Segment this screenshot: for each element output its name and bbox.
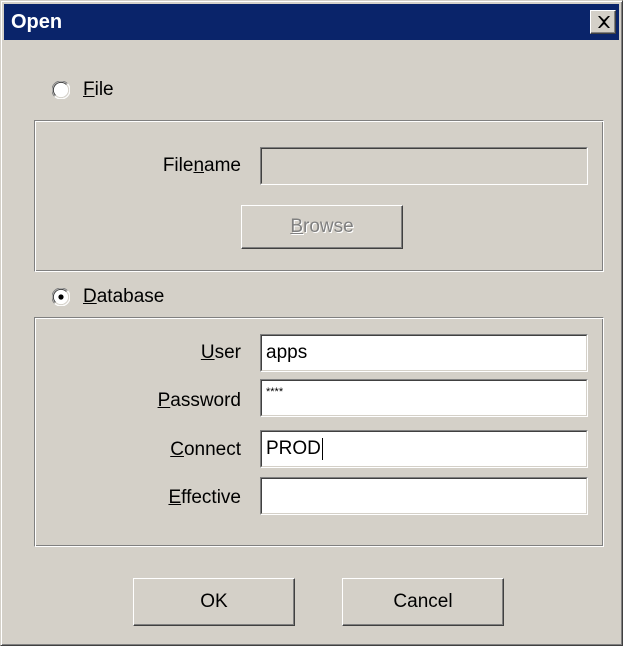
password-field[interactable]: **** <box>260 379 588 417</box>
close-icon <box>598 16 610 28</box>
connect-label-accel: C <box>170 439 184 460</box>
database-radio-label-accel: D <box>83 286 97 307</box>
file-radio-label: File <box>83 79 114 101</box>
cancel-button[interactable]: Cancel <box>342 578 504 626</box>
database-radio-label-rest: atabase <box>96 286 165 307</box>
filename-label-rest: ame <box>204 155 241 176</box>
effective-field[interactable] <box>260 477 588 515</box>
effective-label-rest: ffective <box>181 487 241 508</box>
text-caret <box>321 437 323 460</box>
user-label: User <box>41 341 241 365</box>
database-radio[interactable]: Database <box>52 285 232 311</box>
file-radio[interactable]: File <box>52 78 172 104</box>
database-radio-icon <box>52 288 70 306</box>
open-dialog: Open File Filename Browse Database User … <box>0 0 623 646</box>
browse-button[interactable]: Browse <box>241 205 403 249</box>
user-label-rest: ser <box>214 342 241 363</box>
file-radio-label-accel: F <box>83 79 95 100</box>
filename-label: Filename <box>41 154 241 178</box>
database-radio-label: Database <box>83 286 164 308</box>
file-radio-icon <box>52 81 70 99</box>
ok-button-label: OK <box>200 591 228 612</box>
effective-field-value <box>261 478 587 514</box>
user-label-accel: U <box>200 342 215 363</box>
browse-label-accel: B <box>290 216 303 237</box>
file-group <box>34 120 604 272</box>
file-radio-label-rest: ile <box>94 79 114 100</box>
title-bar[interactable]: Open <box>4 4 619 40</box>
password-field-inner: **** <box>261 380 587 416</box>
connect-field-inner: PROD <box>261 431 587 467</box>
connect-label: Connect <box>41 438 241 462</box>
cancel-button-label: Cancel <box>393 591 453 612</box>
filename-field[interactable] <box>260 147 588 185</box>
connect-field[interactable]: PROD <box>260 430 588 468</box>
password-label: Password <box>41 389 241 413</box>
effective-label: Effective <box>41 486 241 510</box>
ok-button[interactable]: OK <box>133 578 295 626</box>
filename-field-value <box>261 148 587 184</box>
password-label-rest: assword <box>170 390 241 411</box>
user-field-value: apps <box>261 335 587 371</box>
window-title: Open <box>11 11 63 33</box>
filename-label-accel: n <box>193 155 205 176</box>
password-label-accel: P <box>157 390 171 411</box>
connect-label-rest: onnect <box>183 439 241 460</box>
filename-label-prefix: File <box>162 155 194 176</box>
user-field[interactable]: apps <box>260 334 588 372</box>
browse-label-rest: rowse <box>303 216 354 237</box>
connect-field-value: PROD <box>266 438 321 459</box>
close-button[interactable] <box>590 10 616 34</box>
browse-button-label: Browse <box>290 206 353 248</box>
password-field-value: **** <box>266 386 284 398</box>
effective-label-accel: E <box>168 487 182 508</box>
